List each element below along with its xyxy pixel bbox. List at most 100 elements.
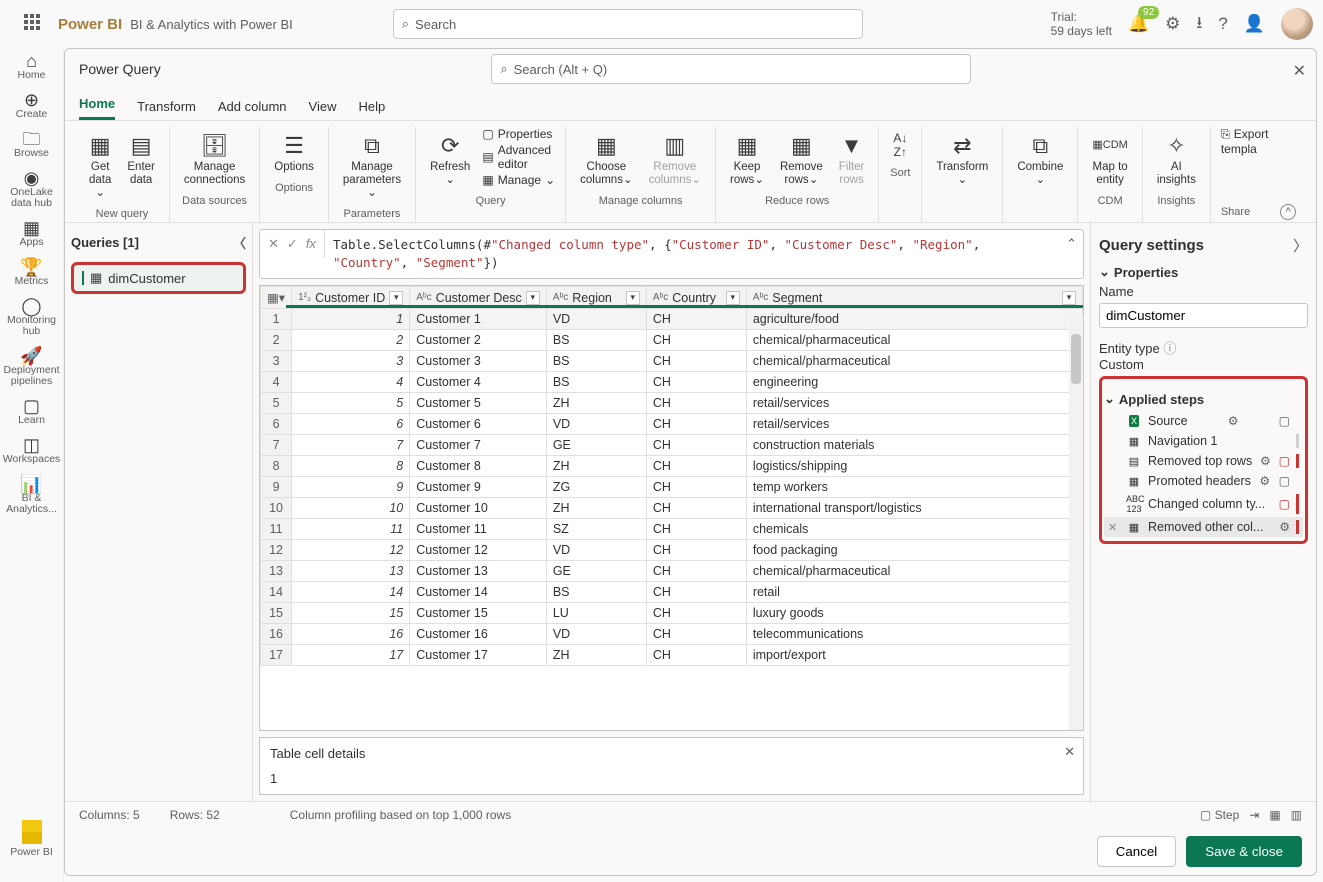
collapse-queries-icon[interactable]: 〈 [233,233,246,252]
notifications-icon[interactable]: 🔔92 [1128,14,1149,34]
formula-bar[interactable]: ✕ ✓ fx Table.SelectColumns(#"Changed col… [259,229,1084,279]
table-row[interactable]: 17 17 Customer 17 ZH CH import/export [261,645,1083,666]
diagram-view-icon[interactable]: ⇥ [1249,808,1259,822]
cancel-formula-icon[interactable]: ✕ [268,236,279,252]
properties-section[interactable]: ⌄Properties [1099,264,1308,280]
schema-view-icon[interactable]: ▥ [1291,808,1302,822]
col-segment[interactable]: AᵇcSegment▾ [746,287,1082,309]
tab-view[interactable]: View [309,93,337,120]
step-options-icon[interactable]: ▢ [1279,414,1290,428]
applied-steps-section[interactable]: ⌄Applied steps [1104,391,1303,407]
user-avatar[interactable] [1281,8,1313,40]
step-removed-top-rows[interactable]: ▤Removed top rows⚙▢ [1104,451,1303,471]
nav-home[interactable]: ⌂Home [0,56,63,81]
tab-add-column[interactable]: Add column [218,93,287,120]
commit-formula-icon[interactable]: ✓ [287,236,298,252]
nav-metrics[interactable]: 🏆Metrics [0,262,63,287]
table-row[interactable]: 13 13 Customer 13 GE CH chemical/pharmac… [261,561,1083,582]
refresh-button[interactable]: ⟳Refresh⌄ [426,127,474,191]
global-search-input[interactable]: ⌕ Search [393,9,863,39]
transform-button[interactable]: ⇄Transform⌄ [932,127,992,191]
col-customer-id[interactable]: 1²₃Customer ID▾ [292,287,410,309]
nav-apps[interactable]: ▦Apps [0,223,63,248]
download-icon[interactable]: ⭳ [1196,10,1202,39]
step-changed-column-type[interactable]: ABC123Changed column ty...▢ [1104,491,1303,517]
gear-icon[interactable]: ⚙ [1260,454,1271,468]
combine-button[interactable]: ⧉Combine⌄ [1013,127,1067,191]
step-promoted-headers[interactable]: ▦Promoted headers⚙▢ [1104,471,1303,491]
formula-text[interactable]: Table.SelectColumns(#"Changed column typ… [325,230,1060,278]
nav-powerbi[interactable]: Power BI [0,820,63,858]
table-row[interactable]: 2 2 Customer 2 BS CH chemical/pharmaceut… [261,330,1083,351]
step-options-icon[interactable]: ▢ [1279,454,1290,468]
nav-onelake[interactable]: ◉OneLake data hub [0,173,63,209]
table-row[interactable]: 9 9 Customer 9 ZG CH temp workers [261,477,1083,498]
step-options-icon[interactable]: ▢ [1279,474,1290,488]
filter-dropdown-icon[interactable]: ▾ [626,291,640,305]
query-item-dimcustomer[interactable]: ▦ dimCustomer [71,262,246,294]
filter-dropdown-icon[interactable]: ▾ [726,291,740,305]
nav-browse[interactable]: 🗀Browse [0,134,63,159]
nav-pipelines[interactable]: 🚀Deployment pipelines [0,351,63,387]
manage-button[interactable]: ▦Manage ⌄ [482,173,555,187]
step-source[interactable]: XSource⚙▢ [1104,411,1303,431]
tab-home[interactable]: Home [79,90,115,120]
options-button[interactable]: ☰Options [270,127,318,178]
manage-connections-button[interactable]: 🗄Manage connections [180,127,249,191]
step-view-button[interactable]: ▢ Step [1200,808,1239,822]
table-row[interactable]: 3 3 Customer 3 BS CH chemical/pharmaceut… [261,351,1083,372]
filter-rows-button[interactable]: ▼Filter rows [835,127,869,191]
table-row[interactable]: 8 8 Customer 8 ZH CH logistics/shipping [261,456,1083,477]
remove-columns-button[interactable]: ▥Remove columns⌄ [645,127,705,191]
account-manager-icon[interactable]: 👤 [1244,14,1265,34]
gear-icon[interactable]: ⚙ [1279,520,1290,534]
step-options-icon[interactable]: ▢ [1279,497,1290,511]
col-region[interactable]: AᵇcRegion▾ [546,287,646,309]
gear-icon[interactable]: ⚙ [1228,414,1239,428]
col-customer-desc[interactable]: AᵇcCustomer Desc▾ [410,287,547,309]
table-row[interactable]: 1 1 Customer 1 VD CH agriculture/food [261,309,1083,330]
info-icon[interactable]: ⓘ [1163,341,1176,356]
table-row[interactable]: 14 14 Customer 14 BS CH retail [261,582,1083,603]
table-row[interactable]: 11 11 Customer 11 SZ CH chemicals [261,519,1083,540]
nav-bi-analytics[interactable]: 📊BI & Analytics... [0,479,63,515]
app-launcher-icon[interactable] [24,14,44,34]
table-row[interactable]: 12 12 Customer 12 VD CH food packaging [261,540,1083,561]
map-to-entity-button[interactable]: ▦CDMMap to entity [1088,127,1131,191]
pq-search-input[interactable]: ⌕ Search (Alt + Q) [491,54,971,84]
manage-parameters-button[interactable]: ⧉Manage parameters ⌄ [339,127,405,204]
step-removed-other-columns[interactable]: ✕▦Removed other col...⚙ [1104,517,1303,537]
enter-data-button[interactable]: ▤Enter data [123,127,159,191]
choose-columns-button[interactable]: ▦Choose columns⌄ [576,127,636,191]
expand-formula-icon[interactable]: ⌃ [1060,230,1083,258]
tab-transform[interactable]: Transform [137,93,196,120]
settings-icon[interactable]: ⚙ [1165,14,1180,34]
filter-dropdown-icon[interactable]: ▾ [389,291,403,305]
nav-learn[interactable]: ▢Learn [0,401,63,426]
tab-help[interactable]: Help [358,93,385,120]
step-navigation[interactable]: ▦Navigation 1 [1104,431,1303,451]
close-button[interactable]: ✕ [1293,61,1306,81]
table-row[interactable]: 4 4 Customer 4 BS CH engineering [261,372,1083,393]
ai-insights-button[interactable]: ✧AI insights [1153,127,1200,191]
save-close-button[interactable]: Save & close [1186,836,1302,867]
get-data-button[interactable]: ▦Get data ⌄ [85,127,115,204]
expand-settings-icon[interactable]: 〉 [1293,235,1308,256]
delete-step-icon[interactable]: ✕ [1108,521,1120,534]
nav-create[interactable]: ⊕Create [0,95,63,120]
close-details-icon[interactable]: ✕ [1064,744,1075,760]
cancel-button[interactable]: Cancel [1097,836,1177,867]
properties-button[interactable]: ▢Properties [482,127,555,141]
query-name-input[interactable] [1099,303,1308,328]
grid-view-icon[interactable]: ▦ [1269,808,1280,822]
table-row[interactable]: 16 16 Customer 16 VD CH telecommunicatio… [261,624,1083,645]
table-row[interactable]: 15 15 Customer 15 LU CH luxury goods [261,603,1083,624]
sort-button[interactable]: A↓Z↑ [889,127,911,163]
collapse-ribbon-icon[interactable]: ^ [1280,204,1296,220]
table-row[interactable]: 10 10 Customer 10 ZH CH international tr… [261,498,1083,519]
filter-dropdown-icon[interactable]: ▾ [1062,291,1076,305]
data-grid[interactable]: ▦▾ 1²₃Customer ID▾ AᵇcCustomer Desc▾ Aᵇc… [259,285,1084,731]
table-row[interactable]: 7 7 Customer 7 GE CH construction materi… [261,435,1083,456]
nav-workspaces[interactable]: ◫Workspaces [0,440,63,465]
table-row[interactable]: 6 6 Customer 6 VD CH retail/services [261,414,1083,435]
